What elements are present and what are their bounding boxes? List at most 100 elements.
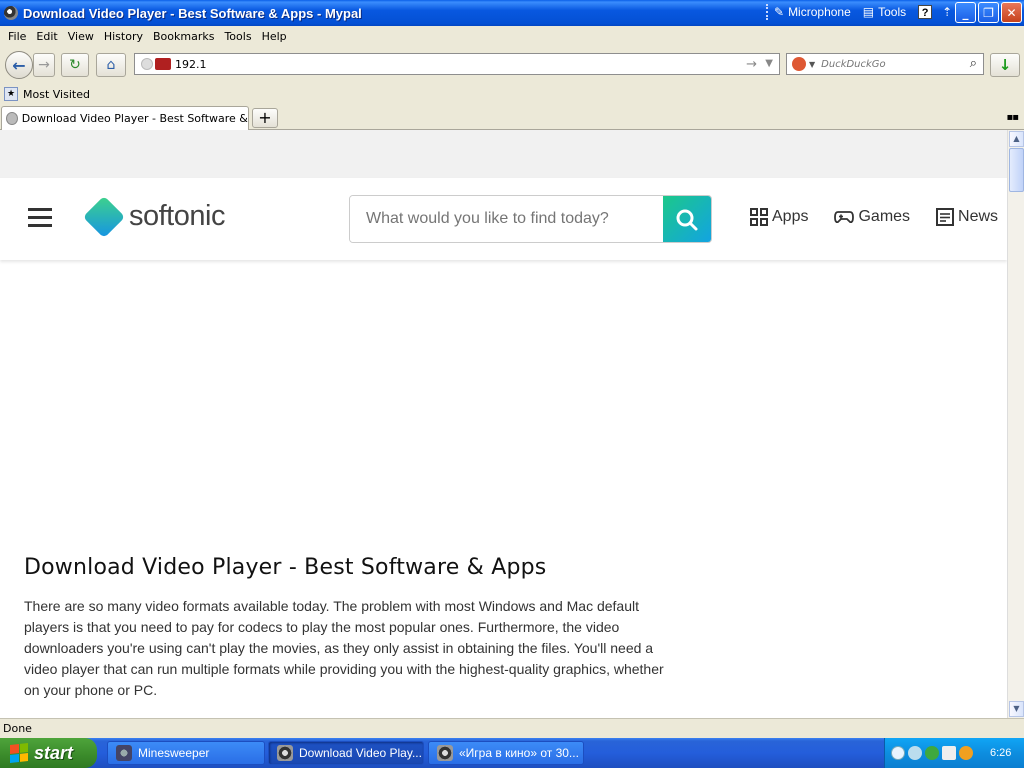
- ad-banner: [0, 130, 1007, 178]
- utorrent-icon[interactable]: [925, 746, 939, 760]
- menu-tools[interactable]: Tools: [224, 30, 251, 43]
- browser-task-icon: [277, 745, 293, 761]
- tab-favicon-icon: [6, 112, 18, 125]
- window-title: Download Video Player - Best Software & …: [23, 5, 362, 21]
- search-icon: [676, 209, 698, 231]
- site-search-input[interactable]: [350, 196, 663, 242]
- navigation-toolbar: ← → ↻ ⌂ → ▼ ▼ ⌕ ↓: [0, 48, 1024, 82]
- clock: 6:26: [990, 747, 1012, 759]
- search-icon[interactable]: ⌕: [970, 56, 977, 71]
- article-body: There are so many video formats availabl…: [24, 598, 664, 698]
- task-label: «Игра в кино» от 30...: [459, 746, 579, 760]
- new-tab-button[interactable]: +: [252, 108, 278, 128]
- insecure-connection-icon[interactable]: [155, 58, 171, 70]
- page-content[interactable]: softonic Apps Games News Download Video …: [0, 130, 1007, 718]
- site-nav: Apps Games News: [750, 208, 998, 226]
- site-logo[interactable]: softonic: [82, 195, 225, 238]
- browser-task-icon: [437, 745, 453, 761]
- start-label: start: [34, 742, 74, 763]
- vertical-scrollbar[interactable]: ▲ ▼: [1007, 130, 1024, 718]
- start-button[interactable]: start: [0, 738, 97, 768]
- tools-icon[interactable]: ▤: [863, 5, 874, 19]
- nav-games-label: Games: [858, 208, 911, 225]
- tab-active[interactable]: Download Video Player - Best Software & …: [1, 106, 249, 130]
- nav-news[interactable]: News: [936, 208, 998, 226]
- task-label: Download Video Play...: [299, 746, 422, 760]
- menu-view[interactable]: View: [68, 30, 94, 43]
- scroll-down-arrow-icon[interactable]: ▼: [1009, 701, 1024, 717]
- window-controls: _ ❐ ✕: [955, 2, 1022, 23]
- news-icon: [936, 208, 955, 226]
- back-arrow-icon: ←: [12, 55, 26, 75]
- most-visited-icon: ★: [4, 87, 18, 101]
- network-icon[interactable]: [891, 746, 905, 760]
- home-button[interactable]: ⌂: [96, 53, 126, 77]
- tab-title: Download Video Player - Best Software & …: [21, 112, 248, 125]
- apps-grid-icon: [750, 208, 768, 226]
- menu-history[interactable]: History: [104, 30, 143, 43]
- softonic-logo-icon: [82, 195, 126, 238]
- site-search-button[interactable]: [663, 196, 711, 242]
- tab-bar: Download Video Player - Best Software & …: [0, 106, 1024, 130]
- task-browser[interactable]: Download Video Play...: [268, 741, 424, 765]
- forward-button[interactable]: →: [33, 53, 55, 77]
- taskbar: start Minesweeper Download Video Play...…: [0, 738, 1024, 768]
- close-button[interactable]: ✕: [1001, 2, 1022, 23]
- article-title: Download Video Player - Best Software & …: [24, 555, 547, 580]
- status-text: Done: [3, 722, 32, 735]
- reload-button[interactable]: ↻: [61, 53, 89, 77]
- help-icon[interactable]: ?: [918, 5, 933, 19]
- url-dropdown-icon[interactable]: ▼: [765, 58, 773, 69]
- forward-arrow-icon: →: [38, 57, 50, 73]
- browser-app-icon: [4, 6, 18, 20]
- task-browser-2[interactable]: «Игра в кино» от 30...: [428, 741, 584, 765]
- menu-help[interactable]: Help: [262, 30, 287, 43]
- windows-flag-icon: [10, 743, 28, 763]
- duckduckgo-icon[interactable]: [792, 57, 806, 71]
- tray-app-icon[interactable]: [908, 746, 922, 760]
- search-tray-icon[interactable]: [959, 746, 973, 760]
- volume-icon[interactable]: [942, 746, 956, 760]
- microphone-icon[interactable]: ✎: [774, 5, 784, 19]
- menu-bar: File Edit View History Bookmarks Tools H…: [0, 26, 1024, 46]
- tab-list-icon[interactable]: ▪▪: [1006, 112, 1019, 123]
- site-identity-icon[interactable]: [141, 58, 153, 70]
- hamburger-menu-icon[interactable]: [28, 208, 52, 232]
- search-bar[interactable]: ▼ ⌕: [786, 53, 984, 75]
- scroll-thumb[interactable]: [1009, 148, 1024, 192]
- search-input[interactable]: [821, 58, 962, 70]
- menu-edit[interactable]: Edit: [36, 30, 57, 43]
- back-button[interactable]: ←: [5, 51, 33, 79]
- system-tray: 6:26: [884, 738, 1024, 768]
- minesweeper-icon: [116, 745, 132, 761]
- microphone-label[interactable]: Microphone: [788, 5, 851, 19]
- restore-button[interactable]: ❐: [978, 2, 999, 23]
- minimize-button[interactable]: _: [955, 2, 976, 23]
- nav-games[interactable]: Games: [834, 208, 910, 226]
- task-minesweeper[interactable]: Minesweeper: [107, 741, 265, 765]
- downloads-button[interactable]: ↓: [990, 53, 1020, 77]
- search-engine-dropdown-icon[interactable]: ▼: [809, 60, 815, 69]
- site-header: softonic Apps Games News: [0, 178, 1007, 260]
- menu-file[interactable]: File: [8, 30, 26, 43]
- logo-text: softonic: [129, 200, 225, 232]
- most-visited-bookmark[interactable]: Most Visited: [23, 88, 90, 101]
- status-bar: Done: [0, 718, 1024, 738]
- scroll-up-arrow-icon[interactable]: ▲: [1009, 131, 1024, 147]
- reload-icon: ↻: [69, 57, 81, 73]
- menu-bookmarks[interactable]: Bookmarks: [153, 30, 214, 43]
- article: Download Video Player - Best Software & …: [24, 555, 664, 701]
- url-bar[interactable]: → ▼: [134, 53, 780, 75]
- window-title-bar[interactable]: Download Video Player - Best Software & …: [0, 0, 1024, 26]
- go-arrow-icon[interactable]: →: [746, 57, 757, 72]
- download-arrow-icon: ↓: [998, 56, 1012, 74]
- nav-apps[interactable]: Apps: [750, 208, 808, 226]
- grip-dots: [766, 4, 770, 20]
- bookmarks-toolbar: ★ Most Visited: [0, 84, 1024, 104]
- url-input[interactable]: [175, 57, 715, 71]
- gamepad-icon: [834, 211, 855, 224]
- nav-apps-label: Apps: [772, 208, 809, 225]
- nav-news-label: News: [958, 208, 999, 225]
- tools-label[interactable]: Tools: [878, 5, 906, 19]
- collapse-icon[interactable]: ⇡: [942, 5, 952, 19]
